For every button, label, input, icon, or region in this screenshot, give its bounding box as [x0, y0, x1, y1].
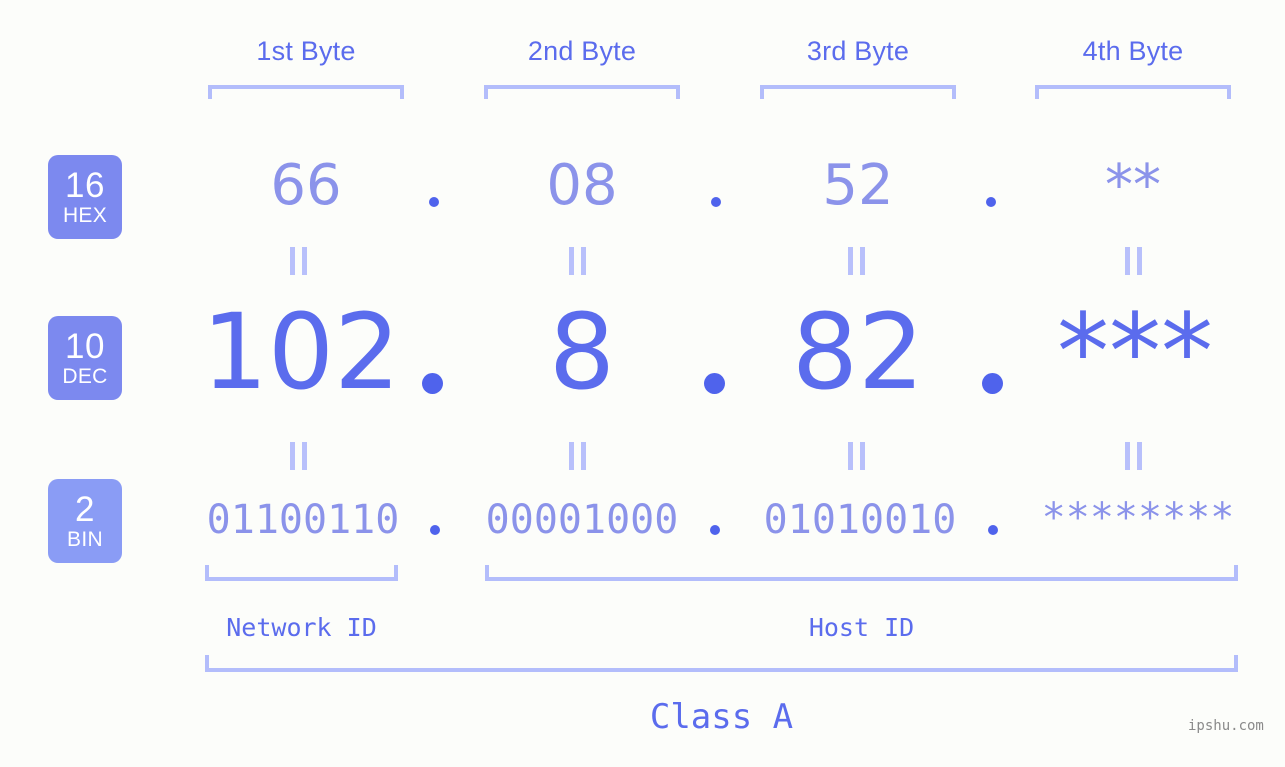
hex-separator-dot-1: [429, 197, 439, 207]
bin-byte-1-value: 01100110: [206, 497, 400, 543]
base-badge-bin-name: BIN: [67, 528, 103, 551]
base-badge-dec: 10 DEC: [48, 316, 122, 400]
ip-address-breakdown-diagram: 1st Byte 2nd Byte 3rd Byte 4th Byte 16 H…: [0, 0, 1285, 767]
site-watermark: ipshu.com: [1188, 718, 1264, 734]
dec-byte-2-value: 8: [548, 291, 616, 413]
equals-marker-dec-bin-2: [569, 442, 586, 470]
equals-marker-dec-bin-3: [848, 442, 865, 470]
byte-header-2: 2nd Byte: [527, 36, 637, 66]
byte-header-1: 1st Byte: [256, 36, 356, 66]
byte-bracket-2: [484, 85, 680, 99]
equals-marker-hex-dec-3: [848, 247, 865, 275]
bin-byte-2-value: 00001000: [485, 497, 679, 543]
bin-byte-3-value: 01010010: [763, 497, 957, 543]
byte-bracket-3: [760, 85, 956, 99]
hex-byte-3-value: 52: [822, 153, 894, 218]
hex-byte-2-value: 08: [546, 153, 618, 218]
base-badge-hex-number: 16: [65, 166, 105, 205]
base-badge-hex-name: HEX: [62, 204, 108, 227]
class-bracket: [205, 655, 1238, 672]
network-id-bracket: [205, 565, 398, 581]
base-badge-hex: 16 HEX: [48, 155, 122, 239]
network-id-label: Network ID: [226, 613, 377, 642]
bin-separator-dot-1: [430, 525, 440, 535]
byte-header-3: 3rd Byte: [806, 36, 910, 66]
hex-byte-4-value: **: [1105, 153, 1161, 218]
equals-marker-dec-bin-1: [290, 442, 307, 470]
hex-separator-dot-2: [711, 197, 721, 207]
equals-marker-hex-dec-4: [1125, 247, 1142, 275]
dec-byte-4-value: ***: [1057, 291, 1213, 413]
dec-byte-1-value: 102: [201, 291, 401, 413]
dec-byte-3-value: 82: [791, 291, 925, 413]
dec-separator-dot-3: [982, 373, 1003, 394]
byte-header-4: 4th Byte: [1082, 36, 1184, 66]
base-badge-dec-number: 10: [65, 327, 105, 366]
byte-bracket-4: [1035, 85, 1231, 99]
base-badge-bin-number: 2: [75, 490, 95, 529]
base-badge-bin: 2 BIN: [48, 479, 122, 563]
bin-byte-4-value: ********: [1041, 495, 1235, 541]
dec-separator-dot-1: [422, 373, 443, 394]
equals-marker-dec-bin-4: [1125, 442, 1142, 470]
base-badge-dec-name: DEC: [62, 365, 108, 388]
host-id-label: Host ID: [808, 613, 915, 642]
bin-separator-dot-3: [988, 525, 998, 535]
hex-byte-1-value: 66: [270, 153, 342, 218]
byte-bracket-1: [208, 85, 404, 99]
dec-separator-dot-2: [704, 373, 725, 394]
equals-marker-hex-dec-1: [290, 247, 307, 275]
host-id-bracket: [485, 565, 1238, 581]
equals-marker-hex-dec-2: [569, 247, 586, 275]
class-label: Class A: [649, 697, 794, 737]
bin-separator-dot-2: [710, 525, 720, 535]
hex-separator-dot-3: [986, 197, 996, 207]
